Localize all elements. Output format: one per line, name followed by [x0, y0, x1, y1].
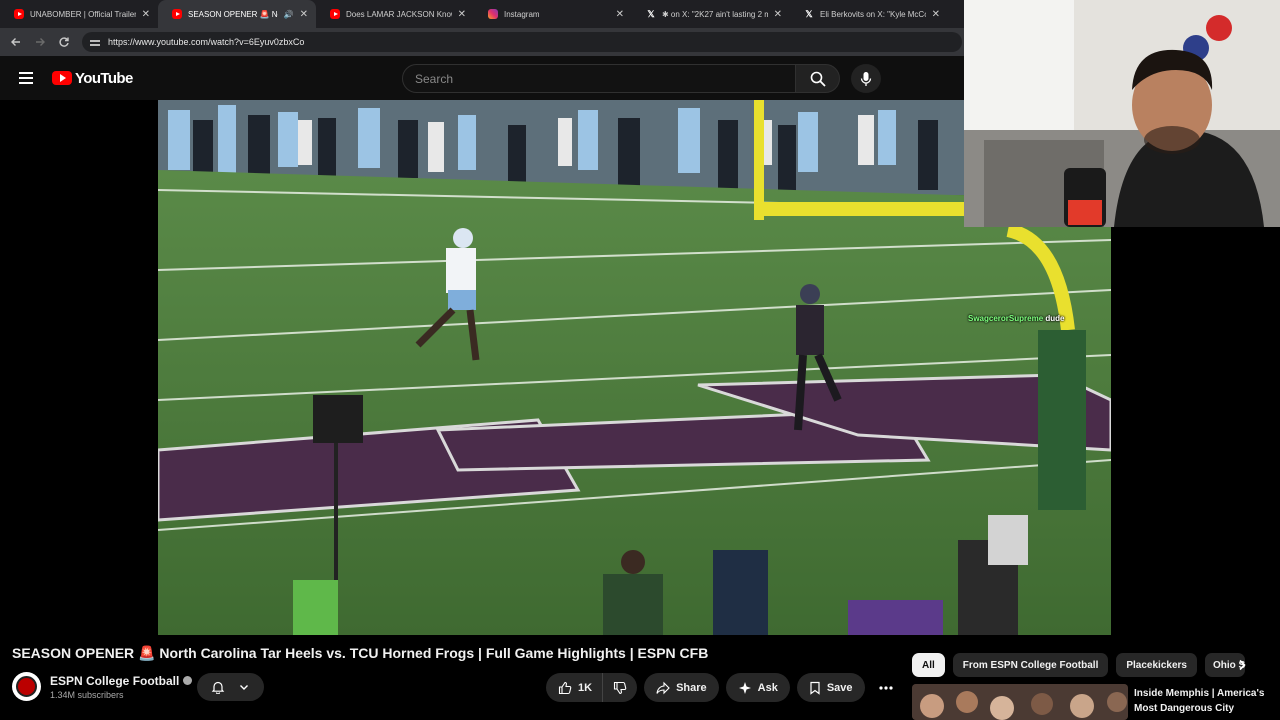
- microphone-icon: [860, 71, 872, 86]
- youtube-favicon-icon: [330, 9, 340, 19]
- suggested-video[interactable]: Inside Memphis | America's Most Dangerou…: [912, 684, 1280, 720]
- close-icon[interactable]: ✕: [932, 9, 940, 20]
- chips-next-button[interactable]: [1232, 655, 1252, 675]
- share-button[interactable]: Share: [644, 673, 719, 702]
- screen: UNABOMBER | Official Trailer | Netflix ✕…: [0, 0, 1280, 720]
- tab-title: Eli Berkovits on X: "Kyle McCord: [820, 9, 926, 19]
- browser-tab[interactable]: UNABOMBER | Official Trailer | Netflix ✕: [0, 0, 158, 28]
- suggested-title[interactable]: Inside Memphis | America's Most Dangerou…: [1134, 686, 1274, 716]
- subscriber-count: 1.34M subscribers: [50, 689, 124, 700]
- chip-all[interactable]: All: [912, 653, 945, 677]
- speaker-icon[interactable]: 🔊: [284, 10, 294, 19]
- youtube-play-icon: [52, 71, 72, 85]
- channel-info: ESPN College Football 1.34M subscribers: [12, 672, 193, 701]
- chat-text: dude: [1045, 314, 1065, 323]
- share-icon: [656, 681, 670, 694]
- reload-icon[interactable]: [52, 28, 76, 56]
- ask-button[interactable]: Ask: [725, 673, 790, 702]
- thumbs-up-icon: [558, 681, 572, 694]
- channel-name[interactable]: ESPN College Football: [50, 674, 179, 688]
- voice-search-button[interactable]: [851, 64, 881, 93]
- chat-overlay-message: SwagcerorSupreme dude: [968, 314, 1064, 323]
- tab-title: Instagram: [504, 9, 540, 19]
- thumbnail-image: [912, 684, 1128, 720]
- chip-from-channel[interactable]: From ESPN College Football: [952, 653, 1109, 677]
- dislike-button[interactable]: [603, 673, 638, 702]
- back-arrow-icon[interactable]: [4, 28, 28, 56]
- forward-arrow-icon[interactable]: [28, 28, 52, 56]
- browser-tab[interactable]: 𝕏 Eli Berkovits on X: "Kyle McCord ✕: [790, 0, 948, 28]
- chip-placekickers[interactable]: Placekickers: [1116, 653, 1197, 677]
- sparkle-icon: [738, 681, 751, 694]
- tab-title: UNABOMBER | Official Trailer | Netflix: [30, 9, 136, 19]
- address-bar[interactable]: https://www.youtube.com/watch?v=6Eyuv0zb…: [82, 32, 962, 52]
- youtube-favicon-icon: [14, 9, 24, 19]
- channel-avatar[interactable]: [12, 672, 41, 701]
- save-label: Save: [826, 681, 853, 694]
- browser-tab[interactable]: Does LAMAR JACKSON Know How to ✕: [316, 0, 474, 28]
- close-icon[interactable]: ✕: [300, 9, 308, 20]
- site-settings-icon[interactable]: [90, 37, 100, 47]
- bell-icon: [211, 681, 225, 694]
- close-icon[interactable]: ✕: [458, 9, 466, 20]
- suggested-thumbnail[interactable]: [912, 684, 1128, 720]
- ask-label: Ask: [757, 681, 778, 694]
- browser-tab-strip: UNABOMBER | Official Trailer | Netflix ✕…: [0, 0, 964, 28]
- close-icon[interactable]: ✕: [774, 9, 782, 20]
- youtube-wordmark: YouTube: [75, 69, 133, 87]
- secondary-column: [1111, 227, 1280, 635]
- youtube-logo[interactable]: YouTube: [52, 70, 133, 87]
- youtube-favicon-icon: [172, 9, 182, 19]
- verified-badge-icon: [183, 676, 193, 685]
- like-button[interactable]: 1K: [546, 673, 604, 702]
- webcam-frame: [964, 0, 1280, 227]
- x-favicon-icon: 𝕏: [647, 8, 655, 19]
- share-label: Share: [676, 681, 707, 694]
- instagram-favicon-icon: [488, 9, 498, 19]
- bookmark-icon: [810, 681, 820, 695]
- tab-title: SEASON OPENER 🚨 North Carolina Tar Heels: [188, 9, 278, 19]
- close-icon[interactable]: ✕: [142, 9, 150, 20]
- url-text: https://www.youtube.com/watch?v=6Eyuv0zb…: [108, 37, 305, 47]
- thumbs-down-icon: [614, 681, 627, 694]
- menu-icon[interactable]: [0, 56, 52, 100]
- video-actions: 1K Share Ask Save: [546, 673, 901, 702]
- related-filter-chips: All From ESPN College Football Placekick…: [912, 653, 1245, 677]
- video-title: SEASON OPENER 🚨 North Carolina Tar Heels…: [12, 645, 709, 661]
- save-button[interactable]: Save: [796, 673, 865, 702]
- chevron-right-icon: [1239, 659, 1246, 671]
- browser-tab[interactable]: Instagram ✕: [474, 0, 632, 28]
- tab-title: Does LAMAR JACKSON Know How to: [346, 9, 452, 19]
- browser-tab[interactable]: 𝕏 ✱ on X: "2K27 ain't lasting 2 mins ✕: [632, 0, 790, 28]
- x-favicon-icon: 𝕏: [805, 8, 813, 19]
- like-count: 1K: [578, 681, 593, 694]
- youtube-header: YouTube Search: [0, 56, 964, 100]
- notifications-button[interactable]: [197, 673, 264, 701]
- search-button[interactable]: [795, 64, 840, 93]
- chevron-down-icon: [239, 685, 248, 690]
- search-icon: [810, 71, 826, 87]
- tab-title: ✱ on X: "2K27 ain't lasting 2 mins: [662, 9, 768, 19]
- more-actions-button[interactable]: [872, 673, 901, 702]
- more-horizontal-icon: [879, 685, 893, 690]
- close-icon[interactable]: ✕: [616, 9, 624, 20]
- browser-tab-active[interactable]: SEASON OPENER 🚨 North Carolina Tar Heels…: [158, 0, 316, 28]
- search-input[interactable]: Search: [402, 64, 796, 93]
- streamer-webcam: [964, 0, 1280, 227]
- browser-toolbar: https://www.youtube.com/watch?v=6Eyuv0zb…: [0, 28, 964, 56]
- chat-username: SwagcerorSupreme: [968, 314, 1044, 323]
